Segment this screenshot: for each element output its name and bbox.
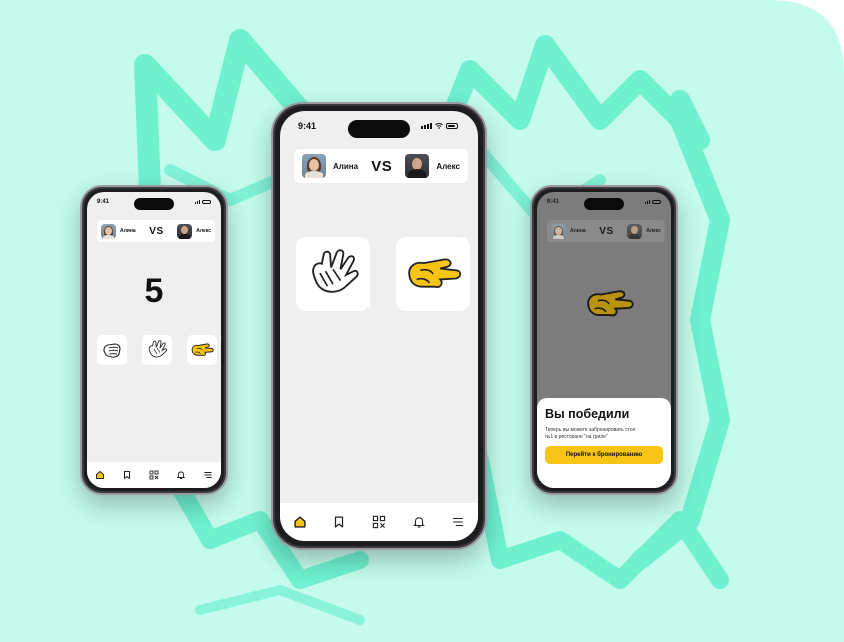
player-name: Алекс: [646, 228, 661, 234]
player-alex: Алекс: [177, 223, 211, 239]
result-text: Теперь вы можете забронировать стол №1 в…: [545, 427, 636, 440]
status-time: 9:41: [97, 199, 110, 205]
scissors-hand-icon: [191, 343, 214, 356]
status-icons: [645, 200, 661, 204]
countdown-number: 5: [144, 272, 164, 310]
center-phone: 9:41 Алина VS Алекс: [271, 102, 487, 550]
result-sheet: Вы победили Теперь вы можете забронирова…: [537, 398, 671, 488]
scissors-hand-icon: [587, 290, 634, 317]
menu-icon: [453, 517, 464, 527]
vs-label: VS: [599, 225, 614, 237]
tab-home[interactable]: [293, 515, 307, 529]
versus-card: Алина VS Алекс: [97, 220, 215, 242]
bookmark-icon: [124, 471, 131, 479]
player-name: Алина: [333, 161, 359, 171]
tab-bookmarks[interactable]: [332, 515, 346, 529]
versus-card: Алина VS Алекс: [294, 149, 468, 183]
tab-bar: [87, 462, 221, 488]
battery-icon: [652, 200, 661, 204]
paper-hand-icon: [148, 340, 168, 358]
tab-bookmarks[interactable]: [122, 470, 132, 480]
rock-tile[interactable]: [97, 335, 127, 365]
vs-label: VS: [149, 225, 164, 237]
qr-icon: [149, 470, 159, 480]
avatar: [551, 223, 566, 239]
avatar: [405, 154, 430, 178]
player-alex: Алекс: [405, 154, 460, 178]
tab-qr[interactable]: [149, 470, 159, 480]
paper-hand-icon: [312, 249, 359, 293]
status-time: 9:41: [298, 121, 317, 131]
booking-button[interactable]: Перейти к бронированию: [545, 446, 663, 464]
status-icons: [421, 123, 458, 129]
scissors-hand-icon: [408, 258, 462, 288]
opponent-choice-tile: [396, 237, 470, 311]
signal-icon: [421, 123, 432, 129]
signal-icon: [645, 200, 650, 204]
home-icon: [294, 516, 306, 528]
status-bar: 9:41: [537, 199, 671, 205]
status-icons: [195, 200, 211, 204]
left-phone: 9:41 Алина VS Алекс 5: [80, 185, 228, 495]
tab-notifications[interactable]: [176, 470, 186, 480]
player-name: Алина: [120, 228, 136, 234]
right-phone-screen: 9:41 Алина VS Алекс Вы победили Теперь в…: [537, 192, 671, 488]
tab-home[interactable]: [95, 470, 105, 480]
home-icon: [96, 471, 105, 479]
left-phone-screen: 9:41 Алина VS Алекс 5: [87, 192, 221, 488]
versus-card: Алина VS Алекс: [547, 220, 665, 242]
rock-hand-icon: [103, 343, 121, 358]
tab-menu[interactable]: [451, 515, 465, 529]
avatar: [627, 223, 643, 239]
wifi-icon: [435, 123, 443, 129]
avatar: [177, 223, 193, 239]
scissors-tile[interactable]: [187, 335, 217, 365]
tab-bar: [280, 503, 478, 541]
qr-icon: [372, 515, 386, 529]
status-bar: 9:41: [87, 199, 221, 205]
status-time: 9:41: [547, 199, 560, 205]
paper-tile[interactable]: [142, 335, 172, 365]
battery-icon: [202, 200, 211, 204]
center-phone-screen: 9:41 Алина VS Алекс: [280, 111, 478, 541]
tab-notifications[interactable]: [412, 515, 426, 529]
avatar: [302, 154, 326, 178]
promo-stage: 9:41 Алина VS Алекс 5 9:41 Алина VS Алек…: [0, 0, 844, 642]
vs-label: VS: [371, 157, 393, 175]
battery-icon: [446, 123, 458, 129]
my-choice-tile: [296, 237, 370, 311]
player-name: Алина: [570, 228, 586, 234]
bell-icon: [176, 471, 185, 479]
menu-icon: [204, 472, 212, 478]
player-alina: Алина: [101, 223, 136, 239]
bell-icon: [413, 517, 425, 528]
result-hand: [583, 284, 635, 324]
avatar: [101, 223, 116, 239]
result-title: Вы победили: [545, 407, 630, 421]
right-phone: 9:41 Алина VS Алекс Вы победили Теперь в…: [530, 185, 678, 495]
player-name: Алекс: [196, 228, 211, 234]
tab-qr[interactable]: [372, 515, 386, 529]
status-bar: 9:41: [280, 121, 478, 131]
player-alina: Алина: [551, 223, 586, 239]
player-alex: Алекс: [627, 223, 661, 239]
bookmark-icon: [335, 516, 344, 528]
player-name: Алекс: [436, 161, 460, 171]
signal-icon: [195, 200, 200, 204]
tab-menu[interactable]: [203, 470, 213, 480]
player-alina: Алина: [302, 154, 358, 178]
